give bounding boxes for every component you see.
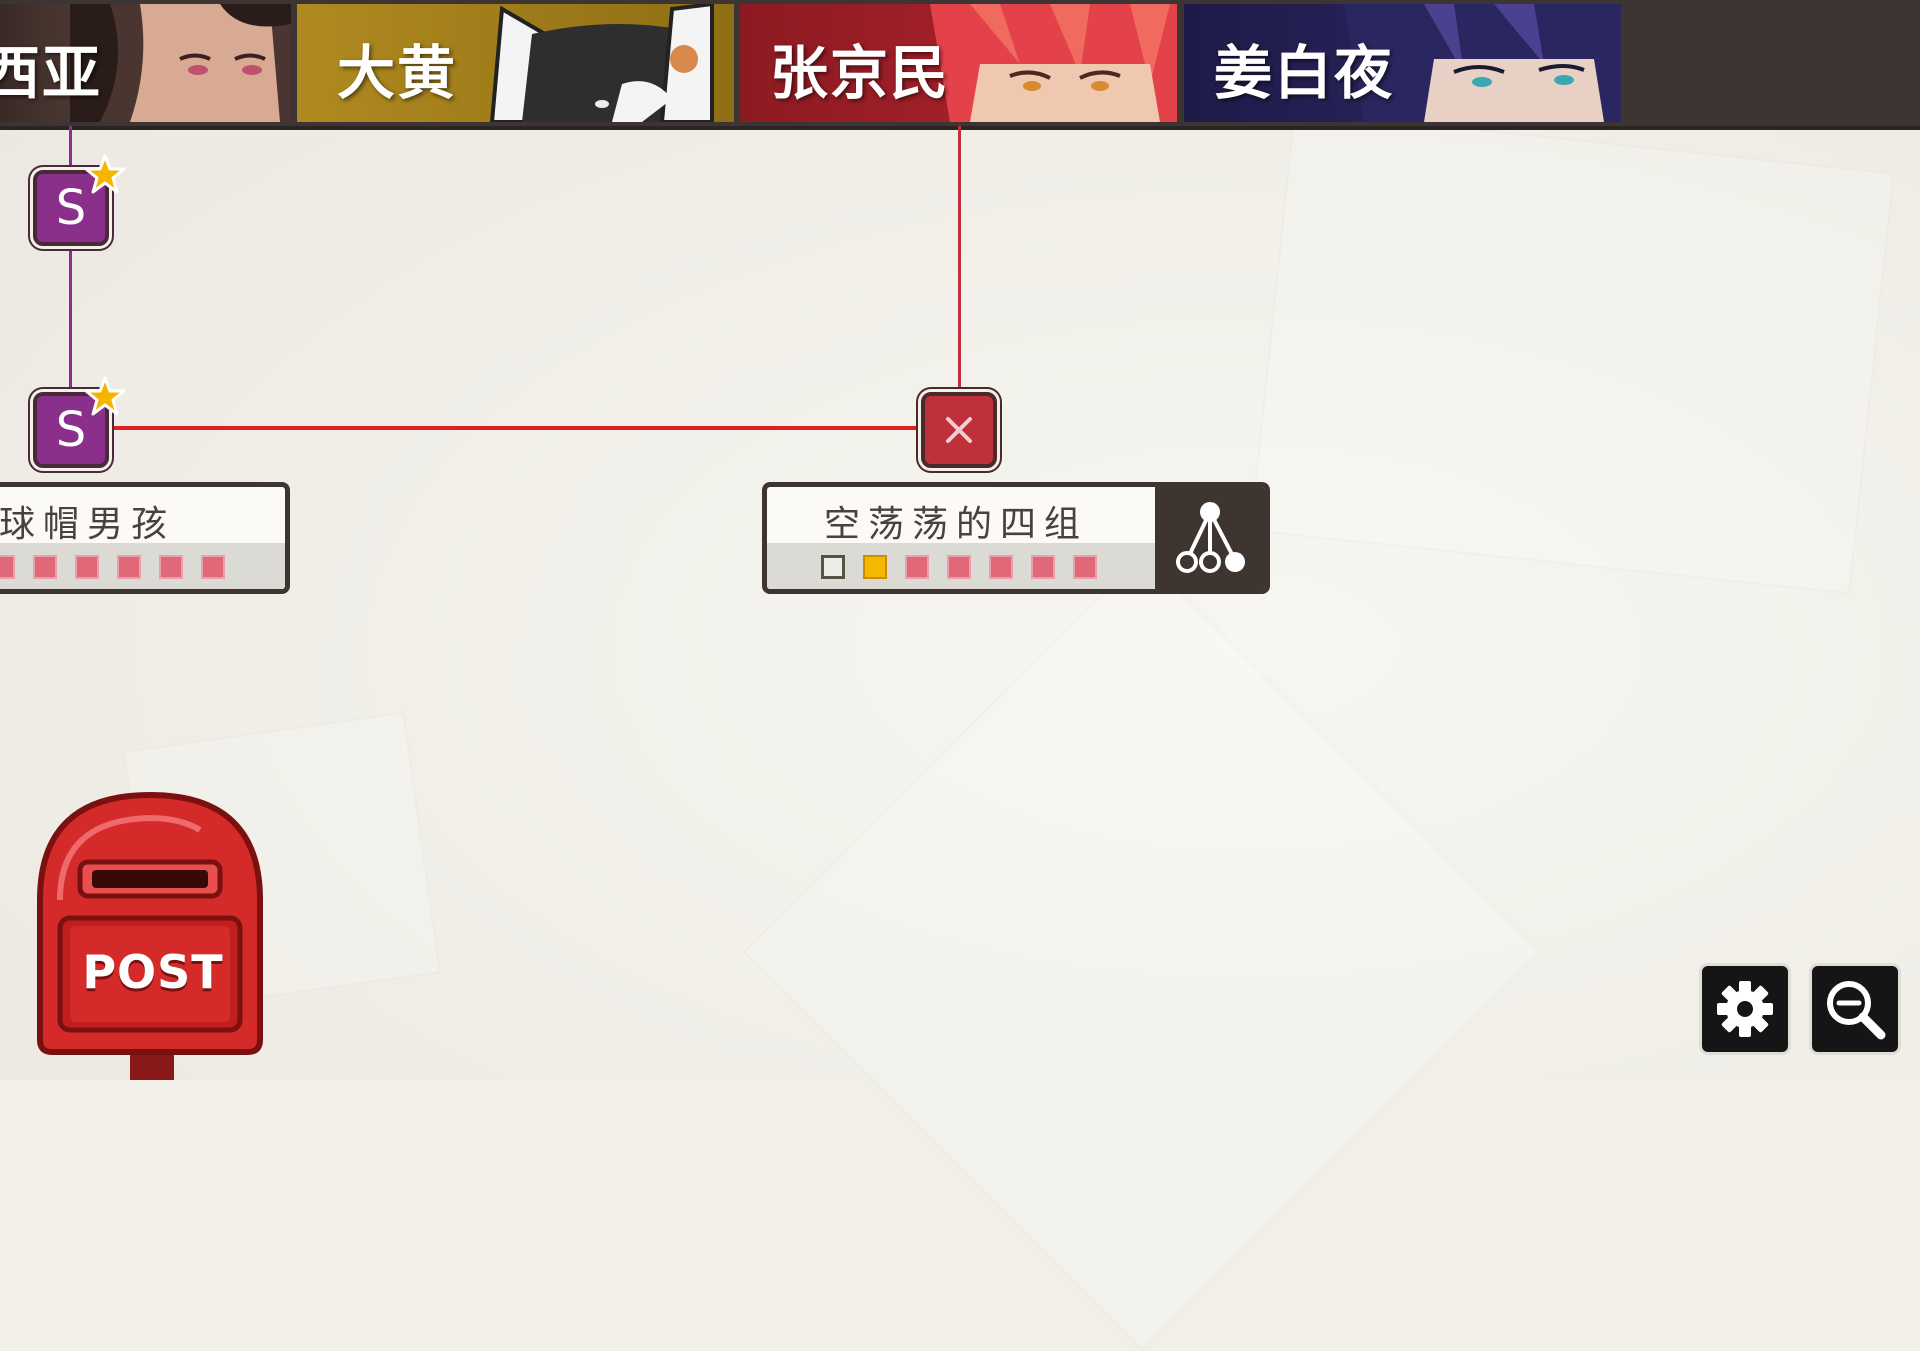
progress-square [0, 555, 15, 579]
background-decoration [1249, 109, 1895, 595]
progress-square [75, 555, 99, 579]
failed-scene-node[interactable] [921, 392, 997, 468]
tab-character-jiangbaiye[interactable]: 姜白夜 [1184, 4, 1621, 122]
mailbox-icon [37, 791, 263, 1080]
gear-icon [1717, 981, 1773, 1037]
scene-card-title: 空荡荡的四组 [823, 504, 1088, 545]
progress-square [201, 555, 225, 579]
scene-card-title: 棒球帽男孩 [0, 504, 176, 545]
scene-node-s[interactable]: S [33, 154, 125, 246]
progress-square [117, 555, 141, 579]
progress-square [1031, 555, 1055, 579]
progress-square [159, 555, 183, 579]
route-line [958, 126, 961, 392]
character-portrait [70, 4, 291, 122]
settings-button[interactable] [1702, 966, 1788, 1052]
mailbox-label: POST [82, 945, 224, 999]
close-icon [946, 417, 972, 443]
tab-character-xiya[interactable]: 西亚 [0, 4, 291, 122]
character-tab-bar: 西亚 大黄 张京民 姜白夜 [0, 0, 1920, 130]
zoom-out-button[interactable] [1812, 966, 1898, 1052]
failed-route-line [108, 426, 924, 430]
progress-square [33, 555, 57, 579]
progress-square [821, 555, 845, 579]
star-icon [85, 376, 125, 416]
zoom-out-icon [1827, 981, 1886, 1040]
progress-square [863, 555, 887, 579]
progress-square [989, 555, 1013, 579]
tab-character-label: 张京民 [770, 39, 951, 107]
post-mailbox-button[interactable]: POST [30, 790, 270, 1080]
progress-squares [767, 543, 1155, 589]
progress-square [947, 555, 971, 579]
progress-square [1073, 555, 1097, 579]
scene-card[interactable]: 棒球帽男孩 [0, 482, 290, 594]
progress-square [905, 555, 929, 579]
tab-character-label: 西亚 [0, 39, 103, 107]
progress-squares [0, 543, 285, 589]
branch-tree-icon [1176, 502, 1245, 573]
scene-card[interactable]: 空荡荡的四组 [762, 482, 1270, 594]
tab-character-dahuang[interactable]: 大黄 [297, 4, 734, 122]
character-portrait [930, 4, 1177, 122]
character-portrait [489, 4, 714, 122]
tab-character-label: 姜白夜 [1214, 39, 1395, 107]
branch-tree-button[interactable] [1155, 487, 1265, 589]
tab-character-zhangjingmin[interactable]: 张京民 [740, 4, 1177, 122]
tab-character-label: 大黄 [337, 39, 458, 107]
scene-node-s[interactable]: S [33, 376, 125, 468]
star-icon [85, 154, 125, 194]
